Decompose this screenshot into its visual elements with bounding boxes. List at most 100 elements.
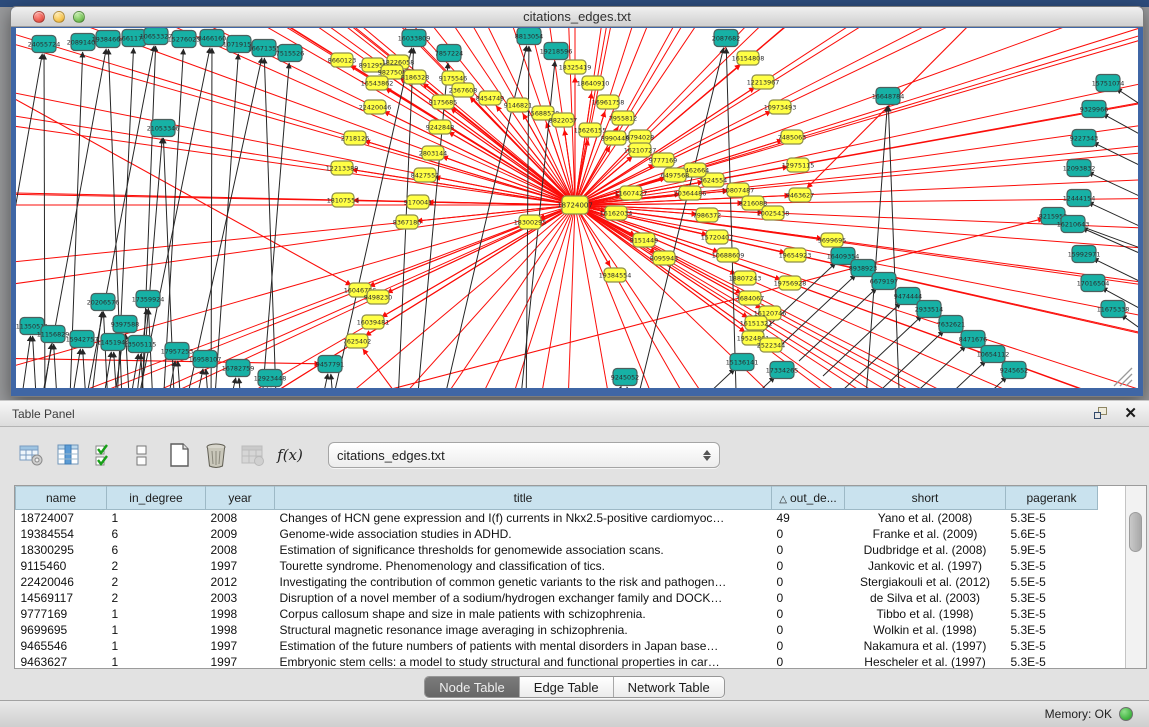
- graph-node[interactable]: 18325419: [559, 60, 592, 74]
- network-window[interactable]: citations_edges.txt 18724007240557242089…: [10, 6, 1144, 397]
- graph-node[interactable]: 12444154: [1063, 190, 1096, 207]
- table-cell[interactable]: 1: [107, 654, 206, 669]
- zoom-window-button[interactable]: [73, 11, 85, 23]
- table-cell[interactable]: 1: [107, 622, 206, 638]
- table-cell[interactable]: Nakamura et al. (1997): [845, 638, 1006, 654]
- graph-node[interactable]: 9151449: [630, 233, 658, 247]
- graph-node[interactable]: 16782759: [222, 360, 255, 377]
- graph-node[interactable]: 24055724: [28, 36, 61, 53]
- table-cell[interactable]: 0: [772, 558, 845, 574]
- graph-node[interactable]: 7632621: [937, 316, 965, 333]
- table-cell[interactable]: 1997: [206, 654, 275, 669]
- table-cell[interactable]: 9463627: [16, 654, 107, 669]
- new-column-icon[interactable]: [166, 442, 192, 468]
- table-cell[interactable]: 2008: [206, 510, 275, 526]
- tab-edge-table[interactable]: Edge Table: [520, 677, 614, 697]
- table-cell[interactable]: 0: [772, 526, 845, 542]
- graph-node[interactable]: 16154808: [732, 51, 765, 65]
- graph-node[interactable]: 21053346: [147, 120, 180, 137]
- graph-node[interactable]: 8367180: [393, 215, 421, 229]
- table-cell[interactable]: 9699695: [16, 622, 107, 638]
- table-cell[interactable]: 1: [107, 510, 206, 526]
- graph-node[interactable]: 8813054: [515, 28, 543, 45]
- graph-node[interactable]: 16648784: [872, 88, 905, 105]
- table-cell[interactable]: 0: [772, 574, 845, 590]
- table-panel-titlebar[interactable]: Table Panel ✕: [0, 400, 1149, 427]
- graph-node[interactable]: 7485063: [778, 130, 806, 144]
- table-cell[interactable]: Tibbo et al. (1998): [845, 606, 1006, 622]
- graph-node[interactable]: 9699695: [818, 233, 846, 247]
- graph-node[interactable]: 20206576: [87, 294, 120, 311]
- table-cell[interactable]: 9115460: [16, 558, 107, 574]
- table-cell[interactable]: Yano et al. (2008): [845, 510, 1006, 526]
- graph-node[interactable]: 16210643: [1057, 216, 1090, 233]
- graph-node[interactable]: 8427552: [411, 168, 439, 182]
- table-row[interactable]: 1456911722003Disruption of a novel membe…: [16, 590, 1098, 606]
- table-cell[interactable]: 2: [107, 558, 206, 574]
- graph-node[interactable]: 15720407: [701, 230, 734, 244]
- table-cell[interactable]: Estimation of significance thresholds fo…: [275, 542, 772, 558]
- table-row[interactable]: 946554611997Estimation of the future num…: [16, 638, 1098, 654]
- graph-node[interactable]: 2367608: [449, 83, 477, 97]
- graph-node[interactable]: 9463627: [786, 188, 814, 202]
- table-cell[interactable]: Stergiakouli et al. (2012): [845, 574, 1006, 590]
- graph-node[interactable]: 22420046: [359, 100, 392, 114]
- network-canvas[interactable]: 1872400724055724208914061938466416611731…: [16, 28, 1138, 388]
- table-cell[interactable]: 5.3E-5: [1006, 510, 1098, 526]
- table-scrollbar[interactable]: [1126, 486, 1146, 668]
- table-cell[interactable]: 5.3E-5: [1006, 654, 1098, 669]
- table-cell[interactable]: 18300295: [16, 542, 107, 558]
- table-header-row[interactable]: namein_degreeyeartitle△out_de...shortpag…: [16, 487, 1098, 510]
- float-panel-icon[interactable]: [1094, 407, 1108, 420]
- table-cell[interactable]: 1997: [206, 558, 275, 574]
- table-cell[interactable]: 0: [772, 590, 845, 606]
- graph-node[interactable]: 8186328: [401, 70, 429, 84]
- table-cell[interactable]: 5.9E-5: [1006, 542, 1098, 558]
- table-cell[interactable]: de Silva et al. (2003): [845, 590, 1006, 606]
- graph-node[interactable]: 8660123: [328, 53, 356, 67]
- table-cell[interactable]: 5.6E-5: [1006, 526, 1098, 542]
- tab-network-table[interactable]: Network Table: [614, 677, 724, 697]
- table-scrollbar-thumb[interactable]: [1129, 512, 1142, 552]
- function-builder-icon[interactable]: f(x): [277, 442, 303, 468]
- graph-node[interactable]: 6679197: [870, 273, 898, 290]
- graph-node[interactable]: 15751074: [1092, 75, 1125, 92]
- graph-node[interactable]: 19218596: [540, 43, 573, 60]
- table-cell[interactable]: 5.3E-5: [1006, 606, 1098, 622]
- graph-node[interactable]: 16039481: [357, 315, 390, 329]
- table-cell[interactable]: 14569117: [16, 590, 107, 606]
- table-cell[interactable]: Embryonic stem cells: a model to study s…: [275, 654, 772, 669]
- table-cell[interactable]: 49: [772, 510, 845, 526]
- graph-node[interactable]: 20364486: [674, 186, 707, 200]
- table-cell[interactable]: 0: [772, 654, 845, 669]
- table-cell[interactable]: 5.3E-5: [1006, 622, 1098, 638]
- graph-node[interactable]: 15136141: [726, 354, 759, 371]
- memory-ok-indicator[interactable]: [1119, 707, 1133, 721]
- table-cell[interactable]: 0: [772, 606, 845, 622]
- table-cell[interactable]: Hescheler et al. (1997): [845, 654, 1006, 669]
- table-cell[interactable]: 9777169: [16, 606, 107, 622]
- table-cell[interactable]: 5.3E-5: [1006, 638, 1098, 654]
- graph-node[interactable]: 10688609: [712, 248, 745, 262]
- graph-node[interactable]: 10654112: [977, 346, 1010, 363]
- import-table-icon[interactable]: [240, 442, 266, 468]
- graph-node[interactable]: 9245652: [1000, 362, 1028, 379]
- graph-node[interactable]: 9175685: [429, 95, 457, 109]
- graph-node[interactable]: 7955812: [609, 111, 637, 125]
- table-cell[interactable]: Jankovic et al. (1997): [845, 558, 1006, 574]
- column-header-short[interactable]: short: [845, 487, 1006, 510]
- minimize-window-button[interactable]: [53, 11, 65, 23]
- table-cell[interactable]: 5.5E-5: [1006, 574, 1098, 590]
- network-window-titlebar[interactable]: citations_edges.txt: [11, 7, 1143, 27]
- unselect-all-icon[interactable]: [129, 442, 155, 468]
- graph-node[interactable]: 13505115: [124, 336, 157, 353]
- graph-node[interactable]: 9498230: [364, 290, 392, 304]
- table-cell[interactable]: 2009: [206, 526, 275, 542]
- graph-node[interactable]: 2933514: [915, 301, 943, 318]
- table-cell[interactable]: Tourette syndrome. Phenomenology and cla…: [275, 558, 772, 574]
- graph-node[interactable]: 17359924: [132, 291, 165, 308]
- table-cell[interactable]: 5.3E-5: [1006, 590, 1098, 606]
- graph-node[interactable]: 9397588: [111, 316, 139, 333]
- graph-node[interactable]: 6497568: [661, 168, 689, 182]
- table-row[interactable]: 2242004622012Investigating the contribut…: [16, 574, 1098, 590]
